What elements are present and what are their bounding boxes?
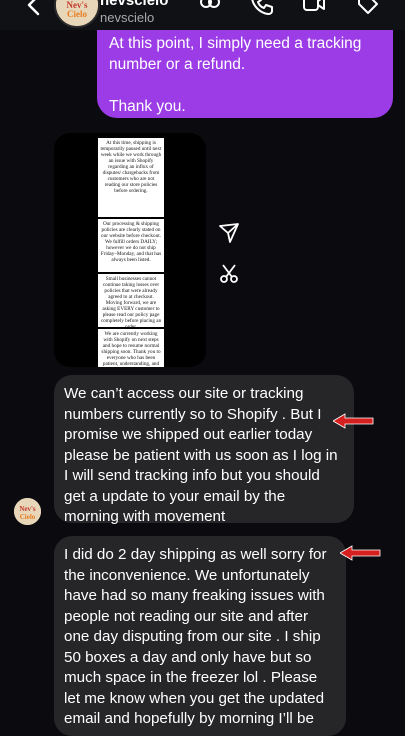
svg-text:Cielo: Cielo bbox=[67, 9, 87, 19]
outgoing-message-line2: Thank you. bbox=[109, 98, 186, 115]
phone-icon[interactable] bbox=[250, 0, 274, 16]
red-arrow-icon bbox=[340, 545, 381, 561]
incoming-message-2-text: I did do 2 day shipping as well sorry fo… bbox=[64, 546, 327, 727]
back-arrow-icon[interactable] bbox=[24, 0, 46, 16]
outgoing-message[interactable]: At this point, I simply need a tracking … bbox=[97, 30, 393, 118]
outgoing-message-line1: At this point, I simply need a tracking … bbox=[109, 35, 362, 73]
header-avatar[interactable]: Nev's Cielo bbox=[54, 0, 100, 28]
chat-header: Nev's Cielo nevscielo nevscielo bbox=[0, 0, 405, 30]
reply-icon[interactable] bbox=[216, 260, 242, 286]
incoming-message-2[interactable]: I did do 2 day shipping as well sorry fo… bbox=[54, 536, 346, 736]
header-handle: nevscielo bbox=[100, 10, 155, 25]
incoming-message-1-text: We can’t access our site or tracking num… bbox=[64, 385, 338, 525]
header-name[interactable]: nevscielo bbox=[100, 0, 168, 9]
image-note-1: At this time, shipping is temporarily pa… bbox=[98, 138, 164, 217]
call-effects-icon[interactable] bbox=[198, 0, 222, 16]
red-arrow-icon bbox=[333, 413, 374, 429]
svg-text:Cielo: Cielo bbox=[20, 513, 36, 521]
image-note-3: Small businesses cannot continue taking … bbox=[98, 274, 164, 330]
incoming-message-1[interactable]: We can’t access our site or tracking num… bbox=[54, 375, 354, 525]
image-note-2: Our processing & shipping policies are c… bbox=[98, 219, 164, 272]
tag-icon[interactable] bbox=[356, 0, 380, 16]
image-note-4: We are currently working with Shopify on… bbox=[98, 329, 164, 367]
shared-image[interactable]: At this time, shipping is temporarily pa… bbox=[54, 133, 206, 367]
video-icon[interactable] bbox=[302, 0, 326, 16]
sender-avatar[interactable]: Nev's Cielo bbox=[14, 498, 41, 525]
send-icon[interactable] bbox=[216, 220, 242, 246]
svg-text:Nev's: Nev's bbox=[19, 505, 36, 513]
